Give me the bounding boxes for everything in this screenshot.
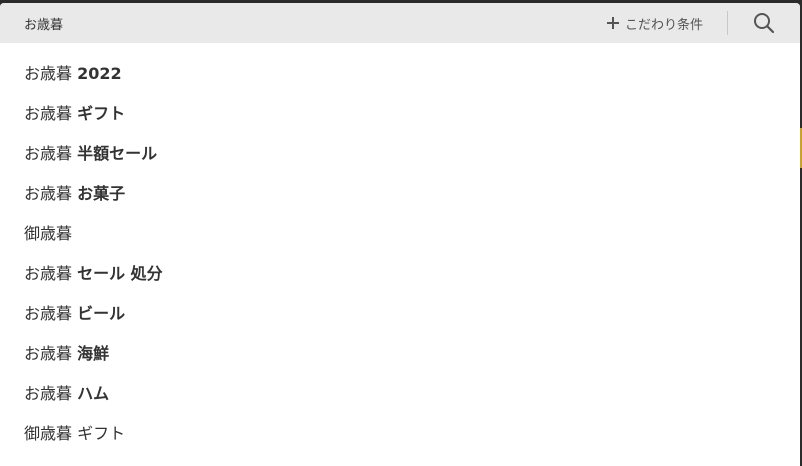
suggestion-item[interactable]: お歳暮 お菓子: [0, 174, 800, 214]
suggestion-highlight: 海鮮: [77, 344, 110, 363]
conditions-label: こだわり条件: [624, 17, 703, 33]
suggestion-item[interactable]: お歳暮 セール 処分: [0, 254, 800, 294]
suggestion-base: お歳暮: [24, 384, 73, 403]
suggestion-highlight: 2022: [77, 64, 122, 83]
search-bar: こだわり条件: [0, 3, 800, 43]
suggestion-highlight: セール 処分: [77, 264, 163, 283]
suggestion-item[interactable]: 御歳暮 ギフト: [0, 414, 800, 454]
suggestion-highlight: お菓子: [77, 184, 126, 203]
suggestion-highlight: ハム: [77, 384, 110, 403]
suggestion-base: お歳暮: [24, 104, 73, 123]
suggestion-item[interactable]: お歳暮 ビール: [0, 294, 800, 334]
suggestion-item[interactable]: お歳暮 ハム: [0, 374, 800, 414]
suggestion-item[interactable]: お歳暮 ギフト: [0, 94, 800, 134]
search-icon: [754, 13, 775, 34]
suggestion-base: お歳暮: [24, 184, 73, 203]
search-button[interactable]: [728, 3, 800, 43]
conditions-button[interactable]: こだわり条件: [606, 3, 727, 43]
suggestion-item[interactable]: 御歳暮: [0, 214, 800, 254]
suggestion-base: 御歳暮 ギフト: [24, 424, 126, 443]
search-input[interactable]: [0, 3, 607, 43]
suggestion-item[interactable]: お歳暮 半額セール: [0, 134, 800, 174]
plus-icon: [606, 17, 619, 29]
suggestion-base: お歳暮: [24, 64, 73, 83]
suggestion-base: お歳暮: [24, 264, 73, 283]
suggestion-base: お歳暮: [24, 344, 73, 363]
suggestion-item[interactable]: お歳暮 2022: [0, 54, 800, 94]
suggestion-base: お歳暮: [24, 144, 73, 163]
suggestion-highlight: 半額セール: [77, 144, 158, 163]
suggestion-list: お歳暮 2022 お歳暮 ギフト お歳暮 半額セール お歳暮 お菓子 御歳暮 お…: [0, 54, 800, 454]
suggestion-base: お歳暮: [24, 304, 73, 323]
suggestion-highlight: ビール: [77, 304, 126, 323]
suggestion-highlight: ギフト: [77, 104, 126, 123]
search-suggest-panel: こだわり条件 お歳暮 2022 お歳暮 ギフト お歳暮 半額セール お歳暮 お菓…: [0, 3, 800, 466]
suggestion-item[interactable]: お歳暮 海鮮: [0, 334, 800, 374]
suggestion-base: 御歳暮: [24, 224, 73, 243]
